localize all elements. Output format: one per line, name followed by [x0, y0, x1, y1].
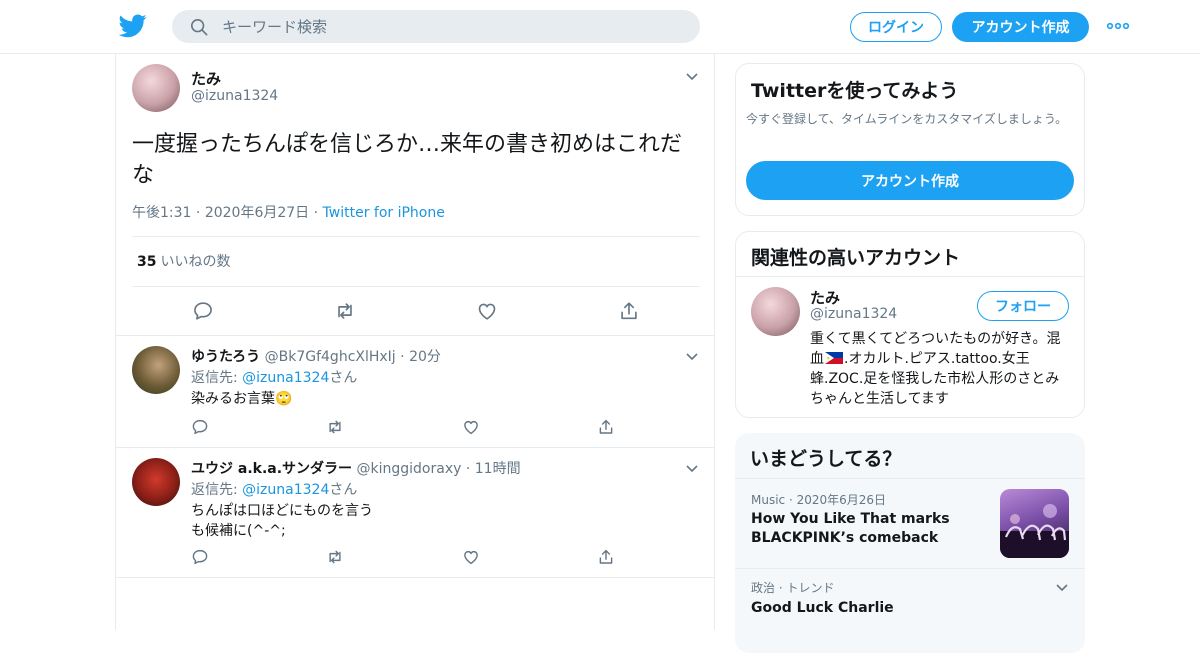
trend-thumbnail-art: [1000, 504, 1069, 558]
card-title: いまどうしてる？: [750, 448, 902, 470]
reply-text: ちんぽは口ほどにものを言う も候補に(^-^;: [191, 503, 373, 539]
reply-tweet[interactable]: ユウジ a.k.a.サンダラー @kinggidoraxy · 11時間 返信先…: [116, 448, 714, 578]
meta-separator: ·: [465, 461, 475, 477]
reply-to-line: 返信先: @izuna1324さん: [191, 479, 357, 499]
trend-date: 2020年6月26日: [796, 493, 887, 507]
avatar[interactable]: [751, 287, 800, 336]
search-bar[interactable]: [172, 10, 700, 43]
philippines-flag-icon: [825, 352, 843, 364]
tweet-text: 一度握ったちんぽを信じろか…来年の書き初めはこれだな: [132, 132, 683, 188]
reply-icon[interactable]: [191, 418, 209, 436]
follow-button[interactable]: フォロー: [977, 291, 1069, 321]
signup-button[interactable]: アカウント作成: [952, 12, 1089, 42]
trend-category: Music: [751, 493, 786, 507]
search-input[interactable]: [222, 10, 682, 43]
reply-icon[interactable]: [192, 300, 214, 322]
divider: [132, 236, 700, 237]
author-handle[interactable]: @izuna1324: [191, 88, 278, 104]
account-handle[interactable]: @izuna1324: [810, 306, 897, 322]
reply-to-suffix: さん: [329, 482, 358, 498]
author-name[interactable]: たみ: [191, 68, 221, 89]
login-button[interactable]: ログイン: [850, 12, 942, 42]
divider: [132, 286, 700, 287]
reply-to-prefix: 返信先:: [191, 482, 243, 498]
like-icon[interactable]: [462, 418, 480, 436]
retweet-icon[interactable]: [326, 418, 344, 436]
card-description: 今すぐ登録して、タイムラインをカスタマイズしましょう。: [746, 112, 1068, 126]
like-count: 35: [137, 254, 157, 270]
bio-text: .オカルト.ピアス.tattoo.女王蜂.ZOC.足を怪我した市松人形のさとみち…: [810, 351, 1060, 407]
author-name[interactable]: ユウジ a.k.a.サンダラー: [191, 461, 352, 477]
like-count-label: いいねの数: [160, 254, 231, 270]
reply-text: 染みるお言葉🙄: [191, 391, 293, 407]
reply-to-suffix: さん: [329, 370, 358, 386]
trend-title: Good Luck Charlie: [751, 600, 894, 616]
timeline-column: たみ @izuna1324 一度握ったちんぽを信じろか…来年の書き初めはこれだな…: [115, 54, 715, 630]
trend-meta: Music · 2020年6月26日: [751, 491, 886, 508]
author-name[interactable]: ゆうたろう: [191, 349, 260, 365]
retweet-icon[interactable]: [326, 548, 344, 566]
like-icon[interactable]: [476, 300, 498, 322]
author-handle[interactable]: @Bk7Gf4ghcXlHxIj: [265, 349, 396, 365]
chevron-down-icon[interactable]: [1055, 583, 1069, 593]
card-title: 関連性の高いアカウント: [751, 247, 961, 269]
meta-separator: ·: [313, 205, 323, 221]
chevron-down-icon[interactable]: [685, 72, 699, 82]
create-account-button[interactable]: アカウント作成: [746, 161, 1074, 200]
main-tweet: たみ @izuna1324 一度握ったちんぽを信じろか…来年の書き初めはこれだな…: [116, 54, 714, 336]
meta-separator: ·: [785, 493, 797, 507]
chevron-down-icon[interactable]: [685, 352, 699, 362]
reply-icon[interactable]: [191, 548, 209, 566]
related-accounts-card: 関連性の高いアカウント たみ @izuna1324 フォロー 重くて黒くてどろつ…: [735, 231, 1085, 418]
share-icon[interactable]: [618, 300, 640, 322]
reply-tweet[interactable]: ゆうたろう @Bk7Gf4ghcXlHxIj · 20分 返信先: @izuna…: [116, 336, 714, 448]
trend-item[interactable]: 政治 · トレンド Good Luck Charlie: [735, 568, 1085, 653]
avatar[interactable]: [132, 346, 180, 394]
reply-header: ユウジ a.k.a.サンダラー @kinggidoraxy · 11時間: [191, 458, 521, 478]
tweet-time[interactable]: 午後1:31: [132, 205, 191, 221]
reply-to-link[interactable]: @izuna1324: [242, 482, 329, 498]
signup-prompt-card: Twitterを使ってみよう 今すぐ登録して、タイムラインをカスタマイズしましょ…: [735, 63, 1085, 216]
reply-to-line: 返信先: @izuna1324さん: [191, 367, 357, 387]
tweet-meta: 午後1:31 · 2020年6月27日 · Twitter for iPhone: [132, 202, 445, 222]
reply-header: ゆうたろう @Bk7Gf4ghcXlHxIj · 20分: [191, 346, 441, 366]
top-navigation-bar: ログイン アカウント作成: [0, 0, 1200, 54]
meta-separator: ·: [195, 205, 205, 221]
twitter-bird-icon[interactable]: [119, 13, 147, 39]
trend-item[interactable]: Music · 2020年6月26日 How You Like That mar…: [735, 478, 1085, 568]
tweet-source-link[interactable]: Twitter for iPhone: [323, 205, 445, 221]
retweet-icon[interactable]: [334, 300, 356, 322]
trend-title: How You Like That marks BLACKPINK’s come…: [751, 511, 950, 546]
reply-age[interactable]: 11時間: [475, 461, 521, 477]
like-stats[interactable]: 35 いいねの数: [137, 251, 230, 271]
meta-separator: ·: [400, 349, 410, 365]
divider: [736, 276, 1084, 277]
reply-to-link[interactable]: @izuna1324: [242, 370, 329, 386]
account-name[interactable]: たみ: [810, 287, 840, 308]
chevron-down-icon[interactable]: [685, 464, 699, 474]
trend-thumbnail: [1000, 489, 1069, 558]
trend-category: 政治 · トレンド: [751, 581, 835, 595]
avatar[interactable]: [132, 458, 180, 506]
share-icon[interactable]: [597, 418, 615, 436]
account-bio: 重くて黒くてどろついたものが好き。混血 .オカルト.ピアス.tattoo.女王蜂…: [810, 329, 1072, 409]
like-icon[interactable]: [462, 548, 480, 566]
share-icon[interactable]: [597, 548, 615, 566]
trends-card: いまどうしてる？ Music · 2020年6月26日 How You Like…: [735, 433, 1085, 653]
avatar[interactable]: [132, 64, 180, 112]
more-icon[interactable]: [1106, 20, 1130, 32]
reply-age[interactable]: 20分: [409, 349, 441, 365]
card-title: Twitterを使ってみよう: [751, 80, 959, 102]
author-handle[interactable]: @kinggidoraxy: [357, 461, 462, 477]
tweet-date[interactable]: 2020年6月27日: [205, 205, 309, 221]
reply-to-prefix: 返信先:: [191, 370, 243, 386]
search-icon: [190, 18, 208, 36]
